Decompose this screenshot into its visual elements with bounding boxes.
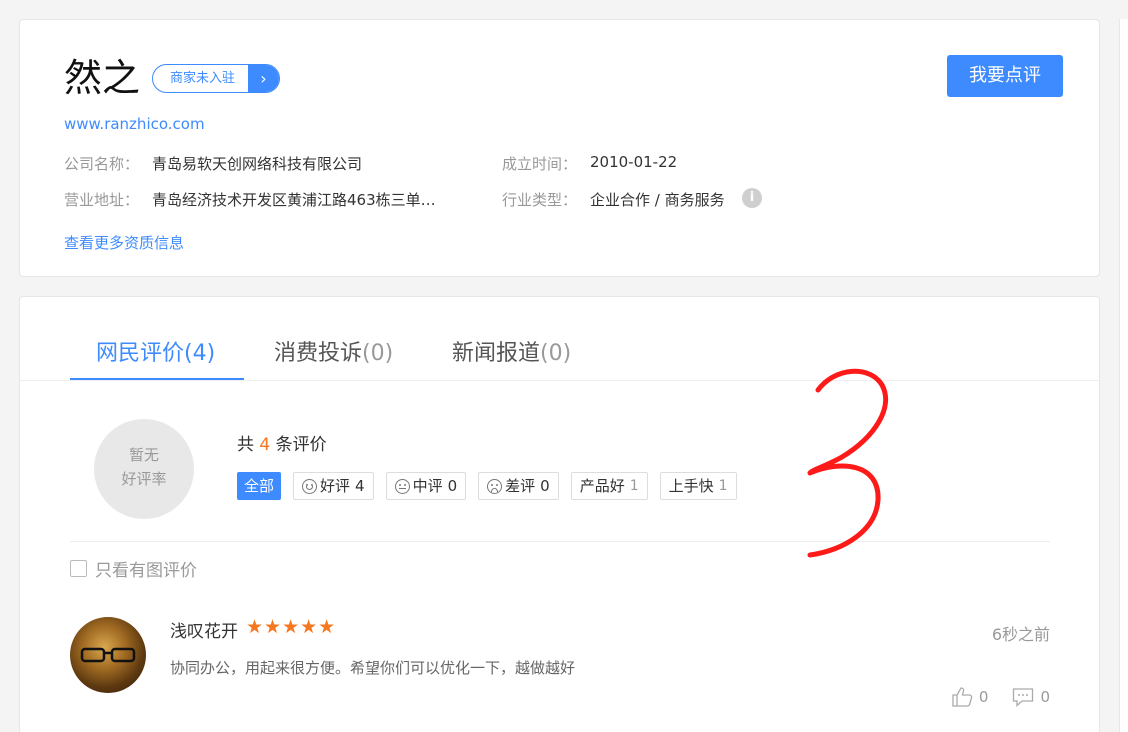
review-time: 6秒之前 [991, 625, 1050, 644]
like-button[interactable]: 0 [951, 687, 989, 707]
tab-netizen-reviews[interactable]: 网民评价(4) [96, 335, 215, 367]
filter-all[interactable]: 全部 [237, 472, 282, 500]
comment-icon [1013, 688, 1034, 707]
adjacent-panel-edge [1119, 19, 1128, 732]
company-name-label: 公司名称： [64, 155, 140, 173]
glasses-icon [80, 647, 136, 663]
address-value: 青岛经济技术开发区黄浦江路463栋三单… [152, 191, 436, 209]
tab-label: 消费投诉 [274, 341, 363, 366]
thumbs-up-icon [952, 687, 973, 707]
company-name-value: 青岛易软天创网络科技有限公司 [152, 155, 363, 173]
active-tab-indicator [70, 378, 244, 380]
total-count: 4 [259, 435, 271, 455]
filter-tag-good-product[interactable]: 产品好 1 [570, 472, 648, 500]
review-item: 浅叹花开 ★★★★★ 6秒之前 协同办公，用起来很方便。希望你们可以优化一下，越… [70, 616, 1055, 727]
photo-only-label: 只看有图评价 [95, 561, 197, 581]
smile-face-icon [302, 478, 318, 494]
filter-positive[interactable]: 好评 4 [293, 472, 374, 500]
write-review-button[interactable]: 我要点评 [947, 55, 1063, 97]
founded-value: 2010-01-22 [590, 153, 678, 171]
more-qualification-link[interactable]: 查看更多资质信息 [64, 232, 184, 253]
chevron-right-icon: › [248, 65, 279, 92]
section-divider [70, 541, 1050, 542]
filter-label: 中评 [412, 477, 443, 495]
industry-value: 企业合作 / 商务服务 [590, 191, 725, 209]
industry-label: 行业类型： [502, 191, 578, 209]
tab-count: (0) [540, 341, 572, 366]
review-actions: 0 0 [951, 687, 1050, 707]
filter-neutral[interactable]: 中评 0 [385, 472, 467, 500]
filter-count: 1 [718, 478, 728, 494]
merchant-status-badge[interactable]: 商家未入驻 › [152, 64, 280, 93]
address-label: 营业地址： [64, 191, 140, 209]
info-icon[interactable]: i [742, 188, 762, 208]
filter-label: 差评 [505, 477, 536, 495]
company-name: 然之 [64, 56, 141, 100]
filter-label: 产品好 [579, 477, 625, 495]
photo-only-filter[interactable]: 只看有图评价 [70, 556, 197, 581]
rating-line-1: 暂无 [128, 446, 159, 464]
filter-label: 全部 [244, 477, 275, 495]
filter-negative[interactable]: 差评 0 [478, 472, 559, 500]
like-count: 0 [978, 688, 989, 706]
merchant-status-label: 商家未入驻 [169, 71, 235, 86]
filter-tag-easy-to-use[interactable]: 上手快 1 [659, 472, 737, 500]
comment-button[interactable]: 0 [1012, 687, 1050, 707]
founded-label: 成立时间： [502, 155, 578, 173]
review-text: 协同办公，用起来很方便。希望你们可以优化一下，越做越好 [170, 659, 576, 677]
tab-count: (0) [362, 341, 394, 366]
tab-news-reports[interactable]: 新闻报道(0) [452, 335, 571, 367]
avatar[interactable] [70, 617, 146, 693]
total-suffix: 条评价 [275, 435, 327, 455]
tab-consumer-complaints[interactable]: 消费投诉(0) [274, 335, 393, 367]
total-reviews: 共 4 条评价 [237, 430, 327, 455]
filter-count: 4 [355, 477, 365, 495]
review-tabs: 网民评价(4) 消费投诉(0) 新闻报道(0) [20, 297, 1101, 381]
tab-label: 新闻报道 [452, 341, 541, 366]
comment-count: 0 [1040, 688, 1050, 706]
review-filters: 全部 好评 4 中评 0 差评 0 产品好 1 上手快 1 [237, 472, 737, 500]
reviews-card: 网民评价(4) 消费投诉(0) 新闻报道(0) 暂无 好评率 共 4 条评价 全… [19, 296, 1101, 732]
star-rating-icon: ★★★★★ [246, 616, 337, 638]
reviewer-name[interactable]: 浅叹花开 [170, 617, 238, 642]
sad-face-icon [487, 478, 503, 494]
neutral-face-icon [394, 478, 410, 494]
filter-label: 上手快 [668, 477, 714, 495]
tab-count: (4) [184, 341, 216, 366]
company-info-card: 然之 商家未入驻 › 我要点评 www.ranzhico.com 公司名称： 青… [19, 19, 1100, 277]
positive-rate-circle: 暂无 好评率 [94, 419, 194, 519]
filter-count: 1 [629, 478, 639, 494]
filter-count: 0 [447, 477, 458, 495]
rating-line-2: 好评率 [121, 470, 167, 488]
photo-only-checkbox[interactable] [70, 560, 87, 577]
total-prefix: 共 [237, 435, 254, 455]
company-website-link[interactable]: www.ranzhico.com [64, 115, 205, 133]
filter-label: 好评 [320, 477, 351, 495]
filter-count: 0 [540, 477, 550, 495]
tab-label: 网民评价 [96, 341, 185, 366]
